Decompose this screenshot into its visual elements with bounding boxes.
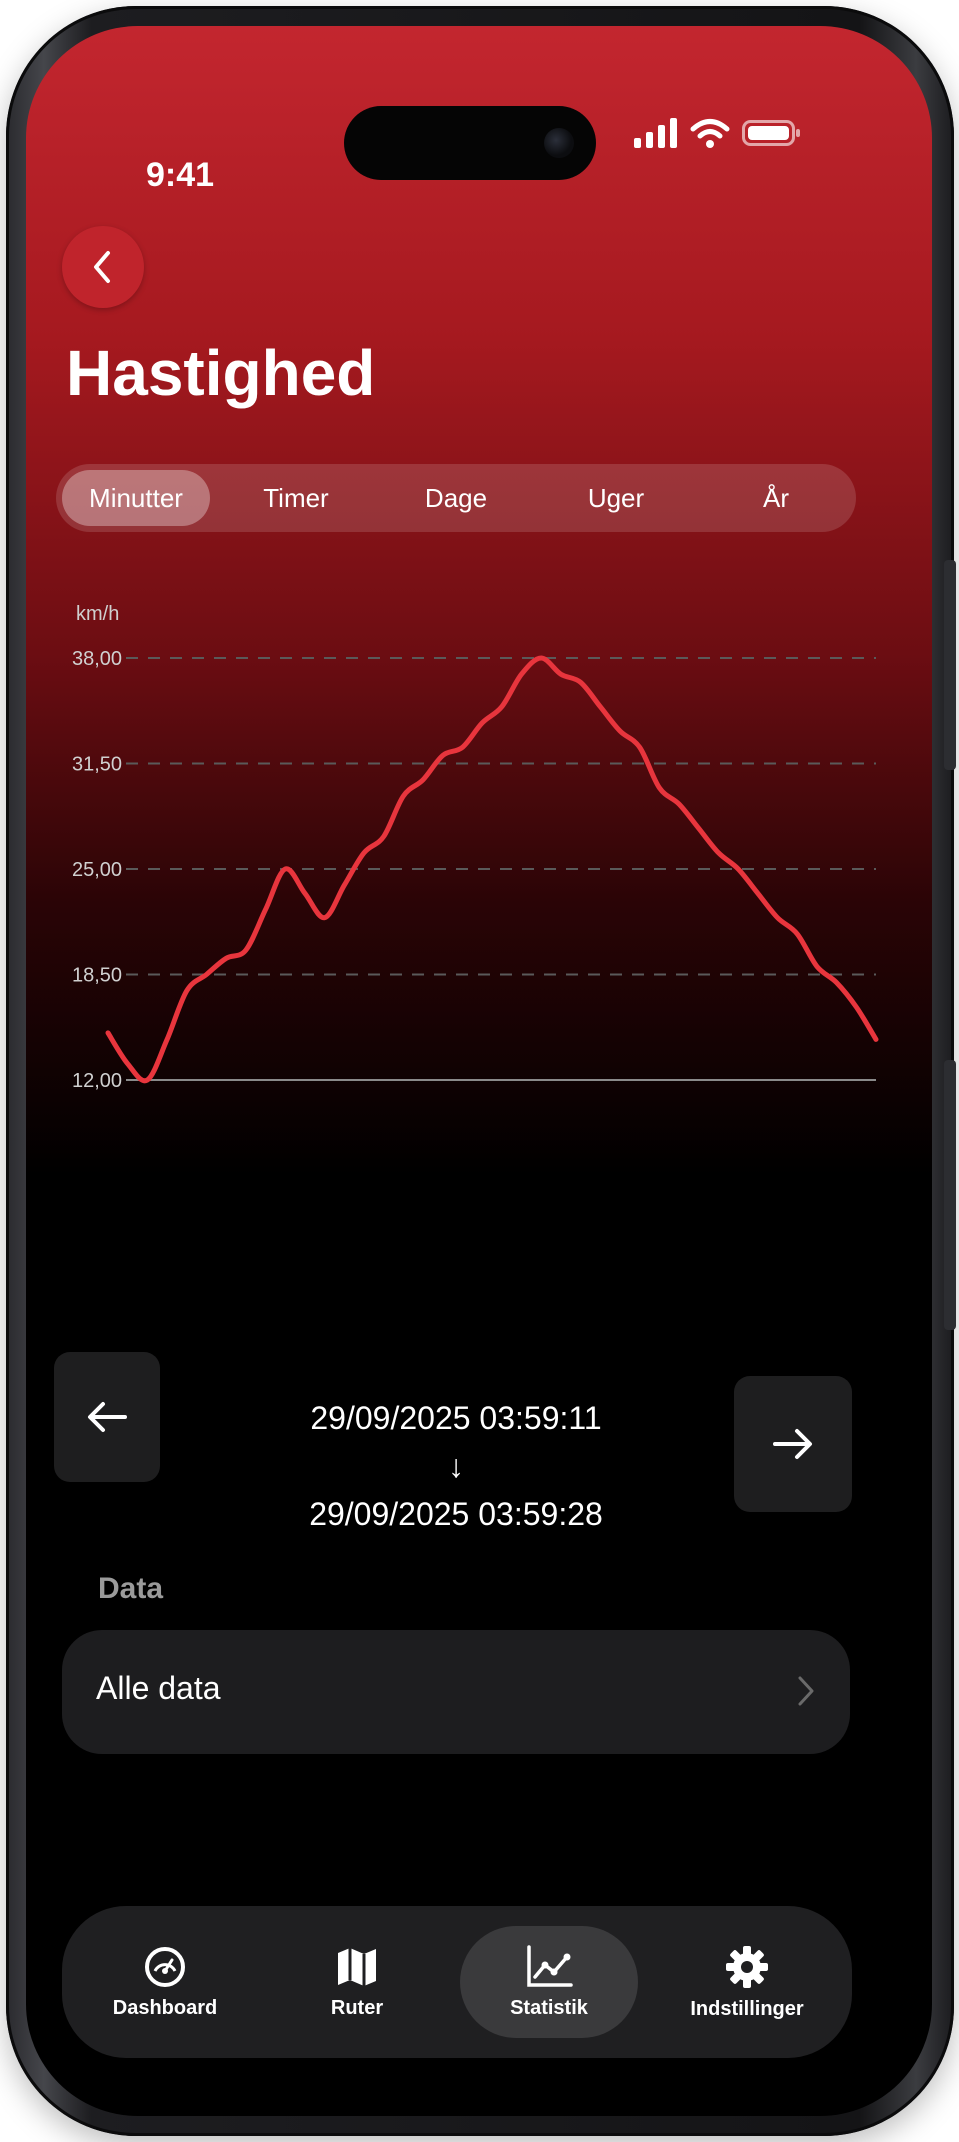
arrow-right-icon <box>773 1429 812 1459</box>
tab-minutter[interactable]: Minutter <box>62 470 210 526</box>
chart-line-icon <box>527 1944 573 1987</box>
back-button[interactable] <box>62 226 144 308</box>
app-screen: 9:41 Hastighed Minutter Timer Dage Uger … <box>26 26 932 2116</box>
all-data-row[interactable]: Alle data <box>62 1630 850 1754</box>
map-icon <box>338 1947 376 1986</box>
tab-indstillinger[interactable]: Indstillinger <box>658 1926 836 2038</box>
chart-grid <box>126 657 876 1081</box>
tab-indstillinger-label: Indstillinger <box>690 1997 804 2020</box>
battery-icon <box>742 120 800 146</box>
y-tick-label: 18,50 <box>72 965 122 987</box>
tab-uger[interactable]: Uger <box>542 470 690 526</box>
tab-ar[interactable]: År <box>702 470 850 526</box>
range-segmented-control: Minutter Timer Dage Uger År <box>56 464 856 532</box>
speed-chart: km/h 38,00 31,50 25,00 18,50 12,00 <box>72 603 879 1092</box>
y-tick-label: 25,00 <box>72 859 122 881</box>
tab-dashboard[interactable]: Dashboard <box>76 1926 254 2038</box>
arrow-left-icon <box>88 1402 127 1432</box>
y-axis-unit: km/h <box>76 603 119 625</box>
side-button-top <box>944 560 956 770</box>
wifi-icon <box>690 119 730 148</box>
status-icons <box>634 118 802 148</box>
data-section-label: Data <box>98 1572 164 1605</box>
signal-icon <box>634 118 677 148</box>
dynamic-island <box>344 106 596 180</box>
all-data-label: Alle data <box>96 1670 221 1706</box>
y-axis-ticks: 38,00 31,50 25,00 18,50 12,00 <box>72 648 122 1092</box>
date-range-end: 29/09/2025 03:59:28 <box>309 1496 603 1532</box>
tab-statistik-label: Statistik <box>510 1996 588 2019</box>
tab-ruter-label: Ruter <box>330 1996 384 2019</box>
date-range: 29/09/2025 03:59:11 ↓ 29/09/2025 03:59:2… <box>246 1394 666 1538</box>
chevron-left-icon <box>94 251 110 283</box>
status-time: 9:41 <box>146 156 215 194</box>
tab-dage[interactable]: Dage <box>382 470 530 526</box>
date-range-start: 29/09/2025 03:59:11 <box>310 1400 602 1436</box>
camera-icon <box>544 128 574 158</box>
date-range-arrow: ↓ <box>448 1448 464 1484</box>
tab-dashboard-label: Dashboard <box>112 1996 218 2019</box>
y-tick-label: 31,50 <box>72 754 122 776</box>
tab-statistik[interactable]: Statistik <box>460 1926 638 2038</box>
y-tick-label: 12,00 <box>72 1070 122 1092</box>
next-period-button[interactable] <box>734 1376 852 1512</box>
gauge-icon <box>145 1946 185 1987</box>
page-title: Hastighed <box>66 337 376 409</box>
gear-icon <box>726 1945 768 1988</box>
chevron-right-icon <box>798 1676 814 1706</box>
prev-period-button[interactable] <box>54 1352 160 1482</box>
tab-timer[interactable]: Timer <box>222 470 370 526</box>
y-tick-label: 38,00 <box>72 648 122 670</box>
phone-mockup: 9:41 Hastighed Minutter Timer Dage Uger … <box>0 0 959 2142</box>
side-button-bottom <box>944 1060 956 1330</box>
tab-bar: Dashboard Ruter Statistik Indstillinger <box>62 1906 852 2058</box>
tab-ruter[interactable]: Ruter <box>268 1926 446 2038</box>
